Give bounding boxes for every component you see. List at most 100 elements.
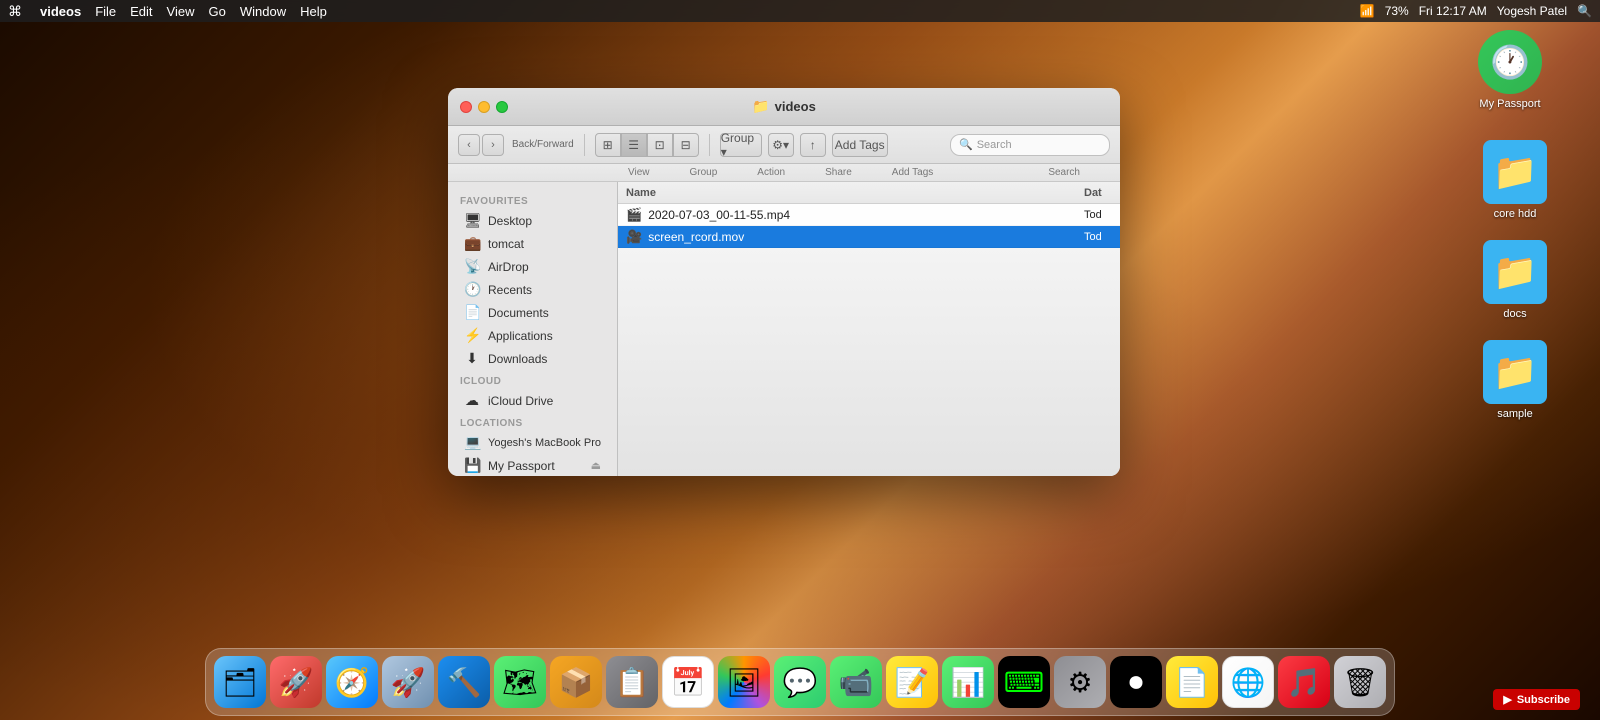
menubar-user[interactable]: Yogesh Patel — [1497, 4, 1567, 18]
addtags-button[interactable]: Add Tags — [832, 133, 888, 157]
toolbar-label-row: View Group Action Share Add Tags Search — [448, 164, 1120, 182]
dock-trash[interactable]: 🗑 — [1334, 656, 1386, 708]
favourites-section: Favourites — [448, 190, 617, 209]
sidebar-item-documents-label: Documents — [488, 306, 549, 320]
corehdd-label: core hdd — [1494, 208, 1537, 220]
sidebar-item-applications[interactable]: ⚡ Applications — [452, 324, 613, 347]
forward-button[interactable]: › — [482, 134, 504, 156]
filelist-header: Name Dat — [618, 182, 1120, 204]
share-button[interactable]: ↑ — [800, 133, 826, 157]
sidebar-item-mypassport-label: My Passport — [488, 459, 555, 473]
close-button[interactable] — [460, 101, 472, 113]
sidebar-item-downloads-label: Downloads — [488, 352, 547, 366]
dock-stickies[interactable]: 📝 — [886, 656, 938, 708]
menu-view[interactable]: View — [167, 4, 195, 19]
back-forward-label: Back/Forward — [512, 139, 574, 150]
dock-finder[interactable]: 🗂 — [214, 656, 266, 708]
tomcat-icon: 💼 — [464, 235, 480, 252]
dock-sysprefs[interactable]: ⚙ — [1054, 656, 1106, 708]
file-row-1[interactable]: 🎥 screen_rcord.mov Tod — [618, 226, 1120, 248]
view-list[interactable]: ☰ — [621, 133, 647, 157]
sidebar-item-mypassport[interactable]: 💾 My Passport ⏏ — [452, 454, 613, 476]
menu-window[interactable]: Window — [240, 4, 286, 19]
menu-edit[interactable]: Edit — [130, 4, 152, 19]
sidebar-item-airdrop[interactable]: 📡 AirDrop — [452, 255, 613, 278]
desktop-icon-mypassport[interactable]: 🕐 My Passport — [1470, 30, 1550, 110]
dock-maps[interactable]: 🗺 — [494, 656, 546, 708]
file-row-0[interactable]: 🎬 2020-07-03_00-11-55.mp4 Tod — [618, 204, 1120, 226]
dock-safari[interactable]: 🧭 — [326, 656, 378, 708]
menubar-spotlight[interactable]: 🔍 — [1577, 4, 1592, 18]
dock-obs[interactable]: ⏺ — [1110, 656, 1162, 708]
documents-icon: 📄 — [464, 304, 480, 321]
dock-music[interactable]: 🎵 — [1278, 656, 1330, 708]
sidebar-item-recents-label: Recents — [488, 283, 532, 297]
view-icon[interactable]: ⊞ — [595, 133, 621, 157]
icloud-section: iCloud — [448, 370, 617, 389]
sidebar-item-recents[interactable]: 🕐 Recents — [452, 278, 613, 301]
dock-photos[interactable]: 🖼 — [718, 656, 770, 708]
file-icon-0: 🎬 — [626, 207, 642, 223]
sample-label: sample — [1497, 408, 1532, 420]
dock-calendar[interactable]: 📅 — [662, 656, 714, 708]
menu-go[interactable]: Go — [209, 4, 226, 19]
dock-facetime[interactable]: 📹 — [830, 656, 882, 708]
minimize-button[interactable] — [478, 101, 490, 113]
app-name[interactable]: videos — [40, 4, 81, 19]
file-name-0: 🎬 2020-07-03_00-11-55.mp4 — [618, 207, 1080, 223]
dock-launchpad[interactable]: 🚀 — [270, 656, 322, 708]
sidebar-item-airdrop-label: AirDrop — [488, 260, 529, 274]
dock-chrome[interactable]: 🌐 — [1222, 656, 1274, 708]
view-label: View — [628, 167, 650, 178]
apple-menu[interactable]: ⌘ — [8, 3, 22, 20]
finder-titlebar: 📁 videos — [448, 88, 1120, 126]
menu-file[interactable]: File — [95, 4, 116, 19]
sidebar-item-icloud-drive[interactable]: ☁ iCloud Drive — [452, 389, 613, 412]
subscribe-badge[interactable]: ▶ Subscribe — [1493, 689, 1580, 710]
desktop-icon-corehdd[interactable]: 📁 core hdd — [1475, 140, 1555, 220]
docs-label: docs — [1503, 308, 1526, 320]
view-column[interactable]: ⊡ — [647, 133, 673, 157]
dock-app1[interactable]: 📋 — [606, 656, 658, 708]
dock-xcode[interactable]: 🔨 — [438, 656, 490, 708]
menubar-left: ⌘ videos File Edit View Go Window Help — [8, 3, 327, 20]
dock-numbers[interactable]: 📊 — [942, 656, 994, 708]
search-box[interactable]: 🔍 Search — [950, 134, 1110, 156]
sidebar-item-documents[interactable]: 📄 Documents — [452, 301, 613, 324]
search-placeholder: Search — [977, 139, 1012, 151]
column-date[interactable]: Dat — [1080, 187, 1120, 199]
dock: 🗂 🚀 🧭 🚀 🔨 🗺 📦 📋 📅 🖼 💬 📹 📝 📊 ⌨ ⚙ ⏺ 📄 🌐 🎵 … — [205, 648, 1395, 716]
finder-content: Favourites 🖥 Desktop 💼 tomcat 📡 AirDrop … — [448, 182, 1120, 476]
dock-rocket[interactable]: 🚀 — [382, 656, 434, 708]
toolbar-separator-1 — [584, 134, 585, 156]
dock-messages[interactable]: 💬 — [774, 656, 826, 708]
eject-button[interactable]: ⏏ — [591, 459, 601, 472]
dock-archive[interactable]: 📦 — [550, 656, 602, 708]
back-button[interactable]: ‹ — [458, 134, 480, 156]
sidebar-item-desktop[interactable]: 🖥 Desktop — [452, 209, 613, 232]
file-date-1: Tod — [1080, 231, 1120, 243]
menu-help[interactable]: Help — [300, 4, 327, 19]
sidebar-item-desktop-label: Desktop — [488, 214, 532, 228]
airdrop-icon: 📡 — [464, 258, 480, 275]
sidebar-item-macbook[interactable]: 💻 Yogesh's MacBook Pro — [452, 431, 613, 454]
maximize-button[interactable] — [496, 101, 508, 113]
sidebar-item-downloads[interactable]: ⬇ Downloads — [452, 347, 613, 370]
view-gallery[interactable]: ⊟ — [673, 133, 699, 157]
sidebar-item-macbook-label: Yogesh's MacBook Pro — [488, 437, 601, 449]
desktop-icon-sample[interactable]: 📁 sample — [1475, 340, 1555, 420]
column-name[interactable]: Name — [618, 187, 1080, 199]
group-button[interactable]: Group ▾ — [720, 133, 762, 157]
desktop-icon-docs[interactable]: 📁 docs — [1475, 240, 1555, 320]
menubar-right: 📶 73% Fri 12:17 AM Yogesh Patel 🔍 — [1360, 4, 1592, 18]
action-button[interactable]: ⚙▾ — [768, 133, 794, 157]
sidebar-item-tomcat[interactable]: 💼 tomcat — [452, 232, 613, 255]
share-label: Share — [825, 167, 852, 178]
corehdd-icon: 📁 — [1483, 140, 1547, 204]
file-name-1: 🎥 screen_rcord.mov — [618, 229, 1080, 245]
docs-icon: 📁 — [1483, 240, 1547, 304]
downloads-icon: ⬇ — [464, 350, 480, 367]
dock-terminal[interactable]: ⌨ — [998, 656, 1050, 708]
dock-notes[interactable]: 📄 — [1166, 656, 1218, 708]
file-icon-1: 🎥 — [626, 229, 642, 245]
